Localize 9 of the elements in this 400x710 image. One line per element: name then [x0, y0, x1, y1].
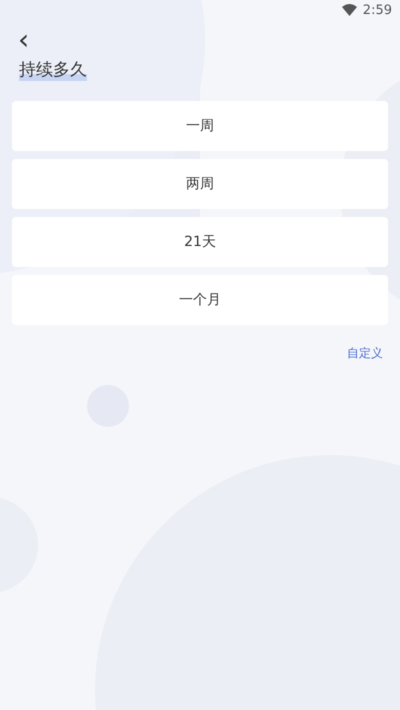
duration-option[interactable]: 21天 [12, 217, 388, 267]
back-button[interactable]: ‹ [14, 28, 34, 52]
page-title: 持续多久 [19, 58, 87, 81]
duration-option[interactable]: 一周 [12, 101, 388, 151]
custom-link[interactable]: 自定义 [347, 345, 383, 362]
duration-option[interactable]: 一个月 [12, 275, 388, 325]
wifi-icon [342, 4, 357, 16]
status-time: 2:59 [362, 2, 392, 18]
duration-option[interactable]: 两周 [12, 159, 388, 209]
